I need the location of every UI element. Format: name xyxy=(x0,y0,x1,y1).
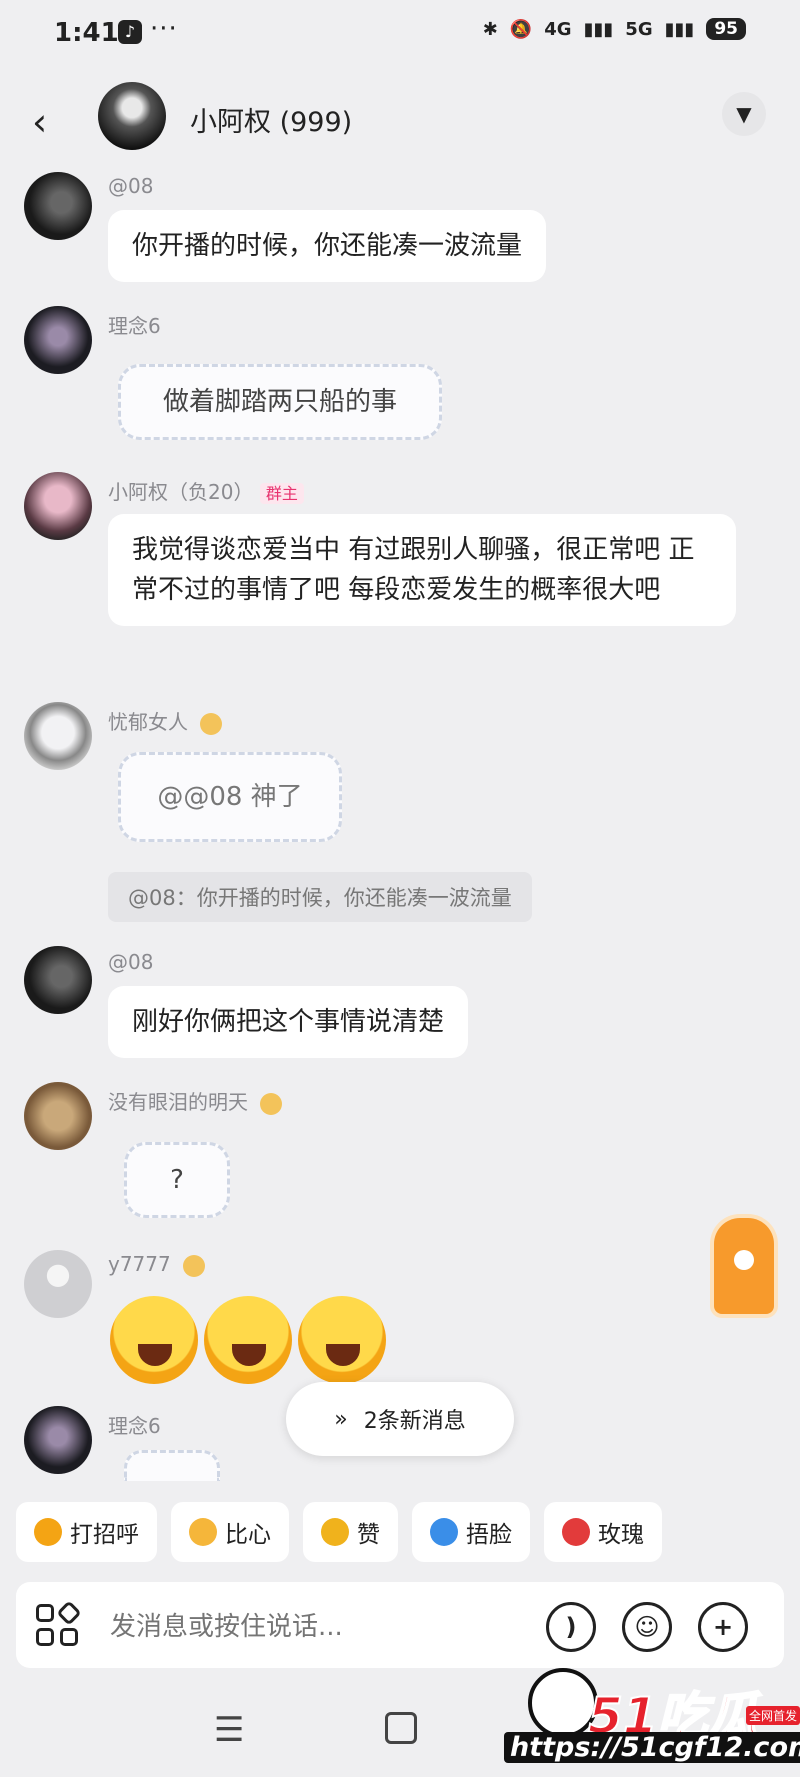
rose-icon xyxy=(562,1518,590,1546)
group-avatar[interactable] xyxy=(98,82,166,150)
fan-badge-icon xyxy=(260,1092,283,1115)
avatar[interactable] xyxy=(24,1250,92,1318)
quick-reply-label: 打招呼 xyxy=(70,1522,139,1548)
sender-name: 没有眼泪的明天 xyxy=(108,1090,248,1114)
thumbs-up-icon xyxy=(321,1518,349,1546)
watermark-url: https://51cgf12.com xyxy=(504,1732,800,1763)
fan-badge-icon xyxy=(200,712,223,735)
avatar[interactable] xyxy=(24,702,92,770)
quick-reply-rose[interactable]: 玫瑰 xyxy=(544,1502,662,1562)
heart-hands-emoji-icon xyxy=(189,1518,217,1546)
message-bubble[interactable]: 刚好你俩把这个事情说清楚 xyxy=(108,986,469,1058)
bluetooth-icon: ✱ xyxy=(482,18,498,40)
sticker-message[interactable]: 做着脚踏两只船的事 xyxy=(118,364,442,440)
back-icon[interactable]: ‹ xyxy=(32,100,47,144)
emoji-message[interactable] xyxy=(110,1296,386,1384)
wave-emoji-icon xyxy=(34,1518,62,1546)
message-sender: @08 xyxy=(108,950,154,974)
message-bubble[interactable]: 我觉得谈恋爱当中 有过跟别人聊骚，很正常吧 正常不过的事情了吧 每段恋爱发生的概… xyxy=(108,514,736,626)
new-messages-button[interactable]: » 2条新消息 xyxy=(286,1382,514,1456)
signal-icon: ▮▮▮ xyxy=(664,18,695,40)
message-sender: @08 xyxy=(108,174,154,198)
voice-icon[interactable]: ) xyxy=(546,1602,596,1652)
sender-name: 小阿权（负20） xyxy=(108,480,254,504)
quick-reply-greet[interactable]: 打招呼 xyxy=(16,1502,157,1562)
quick-reply-label: 玫瑰 xyxy=(598,1522,644,1548)
nav-home-icon[interactable] xyxy=(385,1712,417,1744)
facepalm-emoji-icon xyxy=(298,1296,386,1384)
message-sender: 理念6 xyxy=(108,314,161,338)
avatar[interactable] xyxy=(24,1406,92,1474)
group-title[interactable]: 小阿权 (999) xyxy=(190,100,352,139)
sticker-message[interactable]: @@08 神了 xyxy=(118,752,342,842)
message-sender: 理念6 xyxy=(108,1414,161,1438)
message-bubble[interactable]: 你开播的时候，你还能凑一波流量 xyxy=(108,210,547,282)
door-icon xyxy=(734,1250,754,1270)
chat-header: ‹ 小阿权 (999) ▼ xyxy=(0,70,800,166)
avatar[interactable] xyxy=(24,946,92,1014)
avatar[interactable] xyxy=(24,172,92,240)
tiktok-icon: ♪ xyxy=(118,20,142,44)
message-sender: 没有眼泪的明天 xyxy=(108,1086,283,1115)
quick-reply-label: 赞 xyxy=(357,1522,380,1548)
status-bar: 1:41 ♪ ··· ✱ 🔕 4G ▮▮▮ 5G ▮▮▮ 95 xyxy=(0,0,800,66)
fan-badge-icon xyxy=(183,1254,206,1277)
nav-menu-icon[interactable]: ☰ xyxy=(214,1710,244,1750)
sticker-message[interactable] xyxy=(124,1450,220,1481)
facepalm-emoji-icon xyxy=(430,1518,458,1546)
quick-reply-label: 比心 xyxy=(225,1522,271,1548)
sender-name: y7777 xyxy=(108,1252,171,1276)
sticker-message[interactable]: ? xyxy=(124,1142,230,1218)
apps-grid-icon[interactable] xyxy=(36,1600,82,1646)
double-chevron-down-icon: » xyxy=(334,1406,348,1432)
quick-reply-like[interactable]: 赞 xyxy=(303,1502,398,1562)
emoji-face-icon[interactable]: ☺ xyxy=(622,1602,672,1652)
message-input-bar: ) ☺ + xyxy=(16,1582,784,1668)
quoted-reply[interactable]: @08：你开播的时候，你还能凑一波流量 xyxy=(108,872,532,922)
owner-badge: 群主 xyxy=(259,483,304,504)
facepalm-emoji-icon xyxy=(204,1296,292,1384)
message-sender: 忧郁女人 xyxy=(108,706,223,735)
network-5g: 5G xyxy=(625,18,653,40)
sender-name: 忧郁女人 xyxy=(108,710,188,734)
status-time: 1:41 xyxy=(54,18,119,48)
message-sender: y7777 xyxy=(108,1252,206,1277)
new-messages-label: 2条新消息 xyxy=(363,1409,466,1434)
facepalm-emoji-icon xyxy=(110,1296,198,1384)
message-sender: 小阿权（负20） 群主 xyxy=(108,476,304,505)
avatar[interactable] xyxy=(24,472,92,540)
chevron-down-icon[interactable]: ▼ xyxy=(722,92,766,136)
quick-reply-heart[interactable]: 比心 xyxy=(171,1502,289,1562)
watermark-tag: 全网首发 xyxy=(746,1706,800,1725)
status-more-dots: ··· xyxy=(150,14,178,44)
quick-reply-bar: 打招呼 比心 赞 捂脸 玫瑰 xyxy=(16,1502,800,1564)
status-indicators: ✱ 🔕 4G ▮▮▮ 5G ▮▮▮ 95 xyxy=(483,18,746,40)
quick-reply-facepalm[interactable]: 捂脸 xyxy=(412,1502,530,1562)
signal-icon: ▮▮▮ xyxy=(583,18,614,40)
network-4g: 4G xyxy=(544,18,572,40)
avatar[interactable] xyxy=(24,1082,92,1150)
message-input[interactable] xyxy=(108,1604,472,1650)
quick-reply-label: 捂脸 xyxy=(466,1522,512,1548)
floating-action-button[interactable] xyxy=(714,1218,774,1314)
mute-icon: 🔕 xyxy=(509,18,533,40)
battery-indicator: 95 xyxy=(706,18,746,40)
plus-icon[interactable]: + xyxy=(698,1602,748,1652)
avatar[interactable] xyxy=(24,306,92,374)
